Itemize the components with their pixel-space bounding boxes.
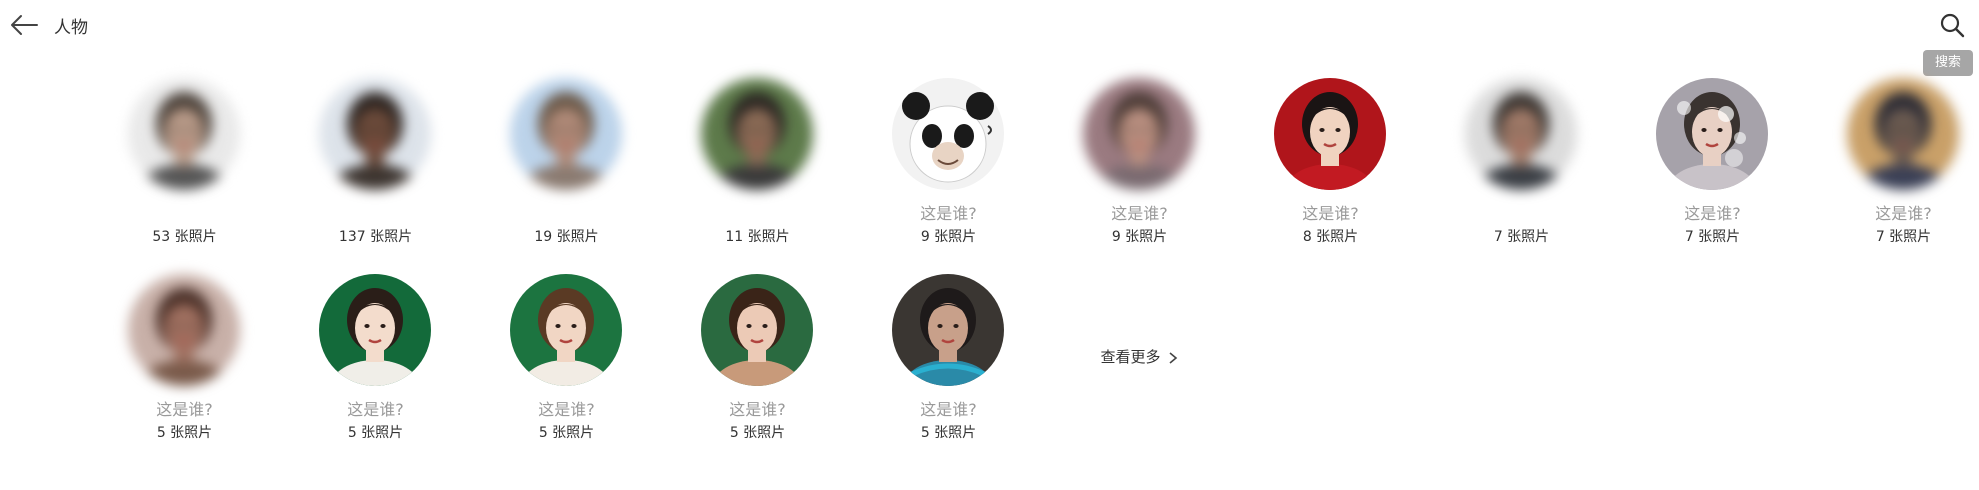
- photo-count: 7 张照片: [1493, 229, 1550, 245]
- person-card[interactable]: 这是谁? 5 张照片: [853, 274, 1044, 470]
- person-avatar[interactable]: [128, 274, 240, 386]
- photo-count: 7 张照片: [1875, 229, 1932, 245]
- search-tooltip: 搜索: [1922, 50, 1973, 76]
- person-avatar[interactable]: [319, 274, 431, 386]
- see-more-content[interactable]: 查看更多: [1044, 346, 1235, 367]
- person-avatar[interactable]: [1656, 78, 1768, 190]
- person-card[interactable]: 这是谁? 9 张照片: [1044, 78, 1235, 274]
- person-name-hint[interactable]: 这是谁?: [662, 396, 853, 420]
- top-bar: 人物 搜索: [0, 0, 1979, 76]
- person-card[interactable]: 这是谁? 5 张照片: [662, 274, 853, 470]
- person-avatar[interactable]: [892, 274, 1004, 386]
- person-avatar[interactable]: [892, 78, 1004, 190]
- person-name-hint[interactable]: 这是谁?: [1808, 200, 1979, 224]
- person-avatar[interactable]: [319, 78, 431, 190]
- people-grid: 53 张照片 137 张照片 19 张照片 11 张照片 这是谁? 9 张照片 …: [89, 78, 1979, 470]
- back-button[interactable]: [8, 10, 42, 40]
- person-avatar[interactable]: [510, 78, 622, 190]
- person-name-hint[interactable]: 这是谁?: [853, 396, 1044, 420]
- person-card[interactable]: 19 张照片: [471, 78, 662, 274]
- person-card[interactable]: 这是谁? 5 张照片: [471, 274, 662, 470]
- person-card[interactable]: 11 张照片: [662, 78, 853, 274]
- person-avatar[interactable]: [1847, 78, 1959, 190]
- photo-count: 5 张照片: [920, 425, 977, 441]
- photo-count: 7 张照片: [1684, 229, 1741, 245]
- person-avatar[interactable]: [701, 274, 813, 386]
- person-name-hint[interactable]: 这是谁?: [89, 396, 280, 420]
- see-more-button[interactable]: 查看更多: [1044, 274, 1235, 470]
- see-more-label: 查看更多: [1100, 348, 1161, 366]
- person-card[interactable]: 137 张照片: [280, 78, 471, 274]
- person-card[interactable]: 这是谁? 5 张照片: [280, 274, 471, 470]
- person-card[interactable]: 这是谁? 8 张照片: [1235, 78, 1426, 274]
- person-card[interactable]: 这是谁? 7 张照片: [1617, 78, 1808, 274]
- photo-count: 137 张照片: [338, 229, 413, 245]
- person-card[interactable]: 这是谁? 7 张照片: [1808, 78, 1979, 274]
- person-avatar[interactable]: [1274, 78, 1386, 190]
- person-avatar[interactable]: [701, 78, 813, 190]
- photo-count: 19 张照片: [534, 229, 599, 245]
- person-avatar[interactable]: [1465, 78, 1577, 190]
- photo-count: 5 张照片: [538, 425, 595, 441]
- photo-count: 5 张照片: [347, 425, 404, 441]
- search-button[interactable]: [1935, 8, 1969, 42]
- photo-count: 5 张照片: [729, 425, 786, 441]
- photo-count: 9 张照片: [1111, 229, 1168, 245]
- person-name-hint[interactable]: 这是谁?: [1617, 200, 1808, 224]
- photo-count: 9 张照片: [920, 229, 977, 245]
- search-icon: [1940, 13, 1965, 38]
- person-name-hint[interactable]: 这是谁?: [1044, 200, 1235, 224]
- photo-count: 53 张照片: [152, 229, 217, 245]
- person-avatar[interactable]: [128, 78, 240, 190]
- person-card[interactable]: 这是谁? 9 张照片: [853, 78, 1044, 274]
- person-card[interactable]: 53 张照片: [89, 78, 280, 274]
- person-card[interactable]: 7 张照片: [1426, 78, 1617, 274]
- arrow-left-icon: [11, 15, 38, 35]
- page-title: 人物: [54, 18, 88, 38]
- photo-count: 11 张照片: [725, 229, 790, 245]
- person-avatar[interactable]: [510, 274, 622, 386]
- photo-count: 5 张照片: [156, 425, 213, 441]
- person-name-hint[interactable]: 这是谁?: [280, 396, 471, 420]
- chevron-right-icon: [1168, 351, 1177, 364]
- person-name-hint[interactable]: 这是谁?: [471, 396, 662, 420]
- person-name-hint[interactable]: 这是谁?: [1235, 200, 1426, 224]
- photo-count: 8 张照片: [1302, 229, 1359, 245]
- person-avatar[interactable]: [1083, 78, 1195, 190]
- person-card[interactable]: 这是谁? 5 张照片: [89, 274, 280, 470]
- person-name-hint[interactable]: 这是谁?: [853, 200, 1044, 224]
